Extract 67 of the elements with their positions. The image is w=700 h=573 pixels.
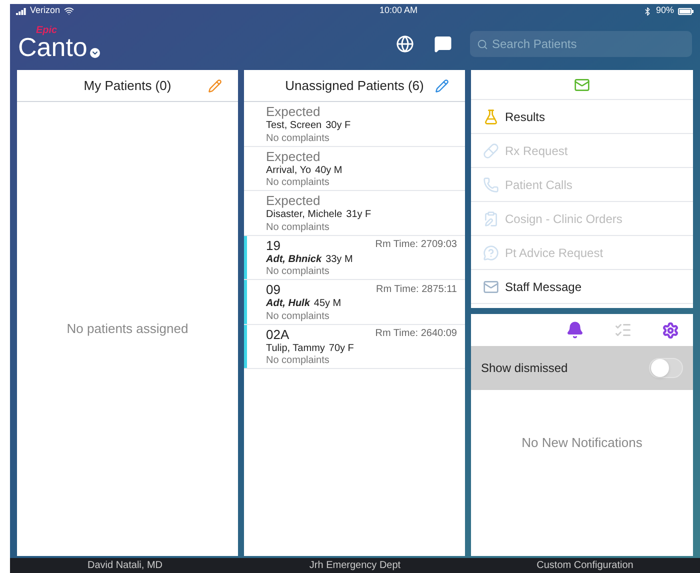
inbox-item[interactable]: Results — [471, 100, 693, 134]
carrier-label: Verizon — [30, 4, 60, 18]
patient-age-sex: 33y M — [326, 254, 353, 266]
complaint-text: No complaints — [266, 355, 330, 368]
signal-icon — [16, 8, 26, 14]
brand-label: Epic — [36, 26, 58, 36]
footer-label: David Natali, MD — [87, 559, 163, 573]
search-icon — [477, 38, 488, 50]
bell-icon[interactable] — [566, 321, 584, 339]
question-bubble-icon — [483, 244, 499, 260]
room-label: 09 — [266, 282, 280, 298]
patient-row[interactable]: Expected Arrival, Yo 40y M No complaints — [244, 146, 465, 191]
complaint-text: No complaints — [266, 222, 330, 234]
complaint-text: No complaints — [266, 132, 330, 146]
patient-age-sex: 70y F — [328, 342, 354, 356]
patient-name: Adt, Bhnick — [266, 254, 322, 266]
wifi-icon — [64, 6, 74, 16]
clock: 10:00 AM — [379, 4, 418, 18]
room-time: Rm Time: 2709:03 — [375, 239, 457, 252]
patient-row[interactable]: 09 Rm Time: 2875:11 Adt, Hulk 45y M No complaints — [244, 280, 465, 324]
envelope-icon — [483, 278, 499, 294]
logo-dropdown-icon[interactable] — [90, 48, 100, 58]
empty-message: No patients assigned — [66, 320, 188, 338]
patient-name: Tulip, Tammy — [266, 342, 325, 356]
patient-row[interactable]: Expected Disaster, Michele 31y F No complaints — [244, 191, 465, 236]
patient-row[interactable]: Expected Test, Screen 30y F No complaints — [244, 102, 465, 146]
pill-icon — [483, 142, 499, 158]
empty-message: No New Notifications — [522, 434, 642, 452]
panel-title: My Patients (0) — [84, 76, 172, 95]
toggle-switch[interactable] — [649, 358, 683, 378]
app-logo: Canto — [18, 34, 88, 60]
patient-age-sex: 40y M — [315, 164, 342, 178]
flask-icon — [483, 108, 499, 124]
patient-age-sex: 30y F — [326, 120, 351, 133]
globe-icon[interactable] — [396, 35, 414, 53]
settings-icon[interactable] — [662, 322, 679, 338]
complaint-text: No complaints — [266, 266, 330, 279]
patient-age-sex: 31y F — [346, 209, 372, 222]
patient-name: Adt, Hulk — [266, 298, 310, 311]
room-label: Expected — [266, 104, 320, 120]
patient-row[interactable]: 02A Rm Time: 2640:09 Tulip, Tammy 70y F No complaints — [244, 324, 465, 369]
complaint-text: No complaints — [266, 177, 330, 190]
footer-label: Jrh Emergency Dept — [309, 559, 401, 573]
patient-name: Test, Screen — [266, 120, 322, 133]
chat-icon[interactable] — [434, 35, 452, 53]
room-label: Expected — [266, 193, 320, 210]
patient-age-sex: 45y M — [314, 298, 342, 311]
room-label: 19 — [266, 238, 280, 254]
battery-icon — [678, 8, 694, 14]
footer-label: Custom Configuration — [536, 559, 634, 573]
bluetooth-icon — [642, 6, 652, 16]
room-label: 02A — [266, 326, 290, 343]
room-time: Rm Time: 2875:11 — [376, 284, 457, 296]
clipboard-pen-icon — [483, 210, 499, 226]
panel-title: Unassigned Patients (6) — [285, 76, 424, 95]
patient-name: Arrival, Yo — [266, 164, 312, 178]
room-time: Rm Time: 2640:09 — [375, 328, 457, 341]
checklist-icon[interactable] — [614, 321, 632, 339]
complaint-text: No complaints — [266, 310, 330, 324]
room-label: Expected — [266, 148, 320, 165]
edit-icon[interactable] — [435, 78, 449, 92]
toggle-label: Show dismissed — [481, 360, 568, 377]
patient-row[interactable]: 19 Rm Time: 2709:03 Adt, Bhnick 33y M No complaints — [244, 236, 465, 280]
inbox-item[interactable]: Staff Message — [471, 270, 693, 304]
phone-icon — [483, 176, 499, 192]
patient-name: Disaster, Michele — [266, 209, 342, 222]
battery-percent: 90% — [656, 4, 674, 18]
